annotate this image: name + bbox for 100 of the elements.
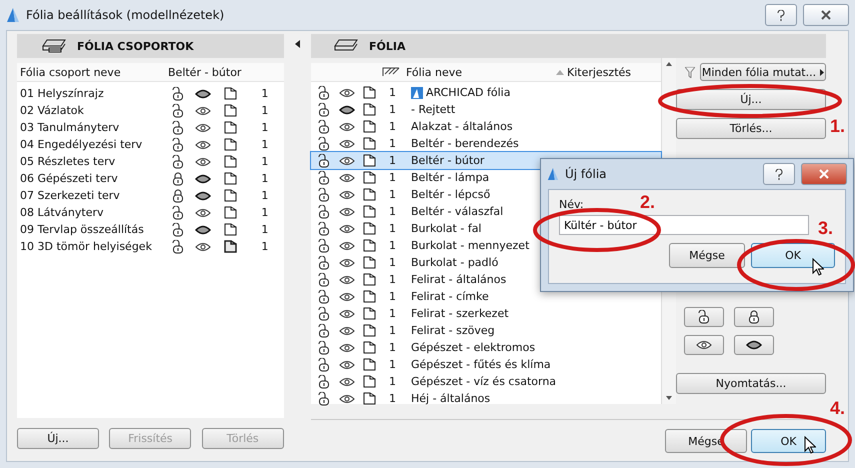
close-button[interactable] [803, 4, 849, 26]
unlock-button[interactable] [684, 307, 724, 327]
sheet-icon[interactable] [224, 155, 237, 168]
eye-icon[interactable] [194, 208, 210, 218]
eye-icon[interactable] [194, 242, 210, 252]
eye-icon[interactable] [338, 326, 354, 336]
group-row[interactable]: 09 Tervlap összeállítás 1 [17, 221, 284, 238]
unlocked-icon[interactable] [172, 120, 184, 134]
eye-icon[interactable] [338, 138, 354, 148]
sheet-icon[interactable] [224, 121, 237, 134]
name-field[interactable]: Kültér - bútor [559, 215, 809, 235]
eye-icon[interactable] [194, 140, 210, 150]
unlocked-icon[interactable] [318, 306, 330, 320]
unlocked-icon[interactable] [172, 138, 184, 152]
layer-row[interactable]: 1 Burkolat - padló [311, 254, 661, 271]
help-button[interactable] [763, 163, 795, 185]
solid-sheet-icon[interactable] [224, 240, 237, 253]
sheet-icon[interactable] [224, 223, 237, 236]
sheet-icon[interactable] [224, 189, 237, 202]
sheet-icon[interactable] [363, 358, 376, 371]
locked-icon[interactable] [172, 188, 184, 202]
sheet-icon[interactable] [363, 205, 376, 218]
unlocked-icon[interactable] [318, 374, 330, 388]
sheet-icon[interactable] [363, 290, 376, 303]
unlocked-icon[interactable] [172, 104, 184, 118]
eye-icon[interactable] [338, 122, 354, 132]
lock-button[interactable] [734, 307, 774, 327]
group-row[interactable]: 08 Látványterv 1 [17, 204, 284, 221]
layer-row[interactable]: 1 Burkolat - mennyezet [311, 237, 661, 254]
column-header[interactable]: Kiterjesztés [553, 66, 661, 78]
sheet-icon[interactable] [224, 87, 237, 100]
unlocked-icon[interactable] [172, 206, 184, 220]
sheet-icon[interactable] [363, 222, 376, 235]
sheet-icon[interactable] [363, 188, 376, 201]
eye-icon[interactable] [338, 206, 354, 216]
eye-icon[interactable] [338, 224, 354, 234]
layer-row[interactable]: 1 Felirat - általános [311, 271, 661, 288]
close-button[interactable] [801, 163, 847, 185]
column-header[interactable]: Fólia csoport neve [17, 66, 165, 78]
sheet-icon[interactable] [363, 392, 376, 405]
print-button[interactable]: Nyomtatás... [676, 373, 826, 394]
group-row[interactable]: 06 Gépészeti terv 1 [17, 170, 284, 187]
eye-icon[interactable] [338, 342, 354, 352]
sheet-icon[interactable] [363, 239, 376, 252]
unlocked-icon[interactable] [318, 154, 330, 168]
eye-icon[interactable] [696, 340, 712, 350]
sheet-icon[interactable] [363, 341, 376, 354]
show-button[interactable] [684, 335, 724, 355]
unlocked-icon[interactable] [318, 256, 330, 270]
layer-row[interactable]: 1 Héj - általános [311, 390, 661, 407]
sheet-icon[interactable] [363, 120, 376, 133]
eye-icon[interactable] [338, 190, 354, 200]
sheet-icon[interactable] [363, 103, 376, 116]
column-header[interactable]: Fólia neve [403, 66, 553, 78]
scroll-down-icon[interactable] [666, 396, 672, 400]
layer-button[interactable]: Új... [676, 89, 826, 110]
unlocked-icon[interactable] [318, 120, 330, 134]
unlocked-icon[interactable] [318, 272, 330, 286]
group-row[interactable]: 10 3D tömör helyiségek 1 [17, 238, 284, 255]
layer-row[interactable]: 1 Felirat - szerkezet [311, 305, 661, 322]
eye-icon[interactable] [194, 106, 210, 116]
scroll-up-icon[interactable] [666, 62, 672, 66]
unlocked-icon[interactable] [318, 358, 330, 372]
unlocked-icon[interactable] [318, 290, 330, 304]
group-row[interactable]: 01 Helyszínrajz 1 [17, 85, 284, 102]
group-row[interactable]: 05 Részletes terv 1 [17, 153, 284, 170]
sheet-icon[interactable] [224, 172, 237, 185]
unlocked-icon[interactable] [318, 204, 330, 218]
hidden-eye-icon[interactable] [194, 174, 210, 184]
unlocked-icon[interactable] [172, 240, 184, 254]
unlocked-icon[interactable] [172, 222, 184, 236]
unlocked-icon[interactable] [318, 170, 330, 184]
column-header[interactable]: Beltér - bútor [165, 66, 284, 78]
hide-button[interactable] [734, 335, 774, 355]
hidden-eye-icon[interactable] [194, 190, 210, 200]
sheet-icon[interactable] [363, 137, 376, 150]
eye-icon[interactable] [338, 172, 354, 182]
layer-row[interactable]: 1 Felirat - szöveg [311, 322, 661, 339]
sheet-icon[interactable] [224, 138, 237, 151]
group-button[interactable]: Új... [17, 428, 99, 449]
hidden-eye-icon[interactable] [746, 340, 762, 350]
layer-row[interactable]: 1 Gépészet - elektromos [311, 339, 661, 356]
hidden-eye-icon[interactable] [194, 224, 210, 234]
layer-row[interactable]: 1 ARCHICAD fólia [311, 84, 661, 101]
locked-icon[interactable] [748, 310, 760, 324]
unlocked-icon[interactable] [172, 154, 184, 168]
layer-row[interactable]: 1 - Rejtett [311, 101, 661, 118]
help-button[interactable] [765, 4, 797, 26]
group-row[interactable]: 07 Szerkezeti terv 1 [17, 187, 284, 204]
eye-icon[interactable] [338, 258, 354, 268]
layer-row[interactable]: 1 Gépészet - fűtés és klíma [311, 356, 661, 373]
layer-button[interactable]: Törlés... [676, 118, 826, 139]
unlocked-icon[interactable] [318, 188, 330, 202]
layer-row[interactable]: 1 Alakzat - általános [311, 118, 661, 135]
unlocked-icon[interactable] [318, 222, 330, 236]
unlocked-icon[interactable] [318, 392, 330, 406]
sheet-icon[interactable] [363, 307, 376, 320]
group-row[interactable]: 02 Vázlatok 1 [17, 102, 284, 119]
eye-icon[interactable] [338, 376, 354, 386]
eye-icon[interactable] [194, 156, 210, 166]
